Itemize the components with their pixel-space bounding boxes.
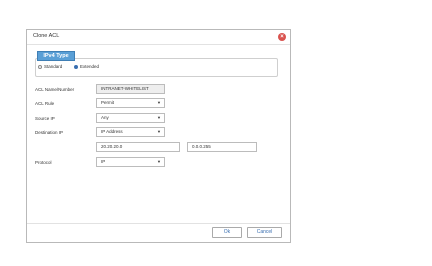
chevron-down-icon: ▼ bbox=[157, 100, 161, 105]
chevron-down-icon: ▼ bbox=[157, 159, 161, 164]
acl-name-field: INTRANET-WHITELIST bbox=[96, 84, 165, 94]
cancel-button[interactable]: Cancel bbox=[247, 227, 282, 238]
radio-standard-indicator[interactable] bbox=[38, 64, 42, 69]
radio-extended-label: Extended bbox=[80, 64, 100, 69]
chevron-down-icon: ▼ bbox=[157, 129, 161, 134]
ipv4-type-legend: IPv4 Type bbox=[37, 51, 75, 61]
dialog-header: Clone ACL × bbox=[27, 30, 290, 45]
ok-button[interactable]: Ok bbox=[212, 227, 242, 238]
acl-rule-label: ACL Rule bbox=[35, 101, 55, 106]
close-icon[interactable]: × bbox=[278, 33, 286, 41]
destination-wildcard-input[interactable]: 0.0.0.255 bbox=[187, 142, 257, 152]
source-ip-label: Source IP bbox=[35, 116, 55, 121]
footer-divider bbox=[27, 223, 290, 224]
chevron-down-icon: ▼ bbox=[157, 115, 161, 120]
source-ip-select[interactable]: Any ▼ bbox=[96, 113, 165, 123]
destination-ip-value: IP Address bbox=[101, 129, 123, 134]
protocol-label: Protocol bbox=[35, 160, 52, 165]
protocol-select[interactable]: IP ▼ bbox=[96, 157, 165, 167]
acl-rule-value: Permit bbox=[101, 100, 115, 105]
dialog-title: Clone ACL bbox=[33, 33, 60, 39]
radio-extended-indicator[interactable] bbox=[74, 64, 78, 69]
clone-acl-dialog: Clone ACL × IPv4 Type Standard Extended … bbox=[26, 29, 291, 243]
radio-standard-label: Standard bbox=[44, 64, 63, 69]
radio-standard[interactable]: Standard bbox=[38, 64, 62, 69]
radio-extended[interactable]: Extended bbox=[74, 64, 99, 69]
destination-ip-select[interactable]: IP Address ▼ bbox=[96, 127, 165, 137]
protocol-value: IP bbox=[101, 159, 106, 164]
destination-ip-label: Destination IP bbox=[35, 130, 64, 135]
destination-address-input[interactable]: 20.20.20.0 bbox=[96, 142, 180, 152]
acl-name-label: ACL Name/Number bbox=[35, 87, 75, 92]
source-ip-value: Any bbox=[101, 115, 109, 120]
acl-rule-select[interactable]: Permit ▼ bbox=[96, 98, 165, 108]
